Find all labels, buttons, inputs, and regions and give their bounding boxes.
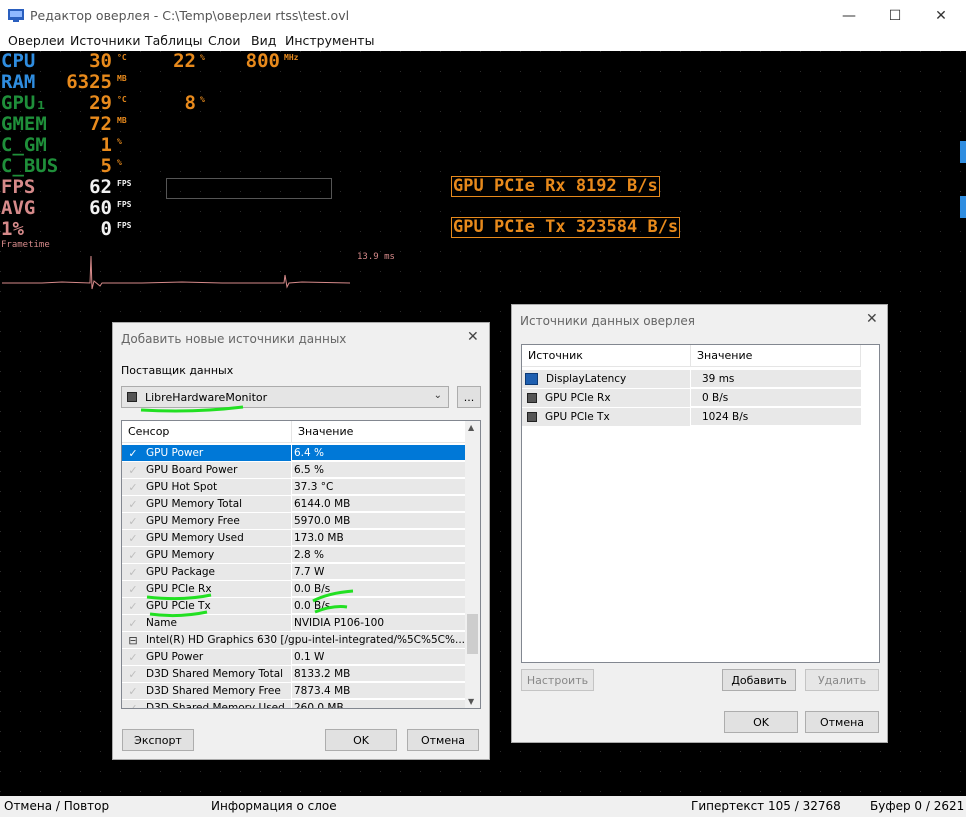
overlay-sources-dialog: Источники данных оверлея ✕ Источник Знач… — [511, 304, 888, 743]
source-name-cell: GPU PCIe Rx — [522, 389, 690, 408]
annotation-marks — [140, 405, 354, 618]
overlay-value-cpu-load: 22 — [173, 50, 196, 72]
latency-meter-icon — [525, 373, 538, 385]
source-value: 0 B/s — [691, 389, 861, 407]
overlay-label-1pct: 1% — [1, 218, 24, 240]
sources-dialog-ok-button[interactable]: OK — [724, 711, 798, 733]
status-buffer: Буфер 0 / 2621 — [870, 799, 965, 813]
maximize-button[interactable]: ☐ — [872, 0, 918, 32]
overlay-label-cpu: CPU — [1, 50, 36, 72]
frametime-value: 13.9 ms — [357, 252, 395, 262]
source-value: 39 ms — [691, 370, 861, 388]
menu-sources[interactable]: Источники — [70, 33, 141, 48]
close-button[interactable]: ✕ — [918, 0, 964, 32]
fps-graph-box — [166, 178, 332, 199]
overlay-unit-c-gm: % — [117, 137, 122, 146]
export-button[interactable]: Экспорт — [122, 729, 194, 751]
overlay-label-avg: AVG — [1, 197, 36, 219]
overlay-unit-1pct: FPS — [117, 221, 132, 230]
status-hypertext: Гипертекст 105 / 32768 — [691, 799, 841, 813]
overlay-unit-gpu-load: % — [200, 95, 205, 104]
source-name-cell: DisplayLatency — [522, 370, 690, 389]
overlay-value-c-bus: 5 — [100, 155, 112, 177]
overlay-unit-fps: FPS — [117, 179, 132, 188]
overlay-label-ram: RAM — [1, 71, 36, 93]
col-source-value-header[interactable]: Значение — [691, 345, 861, 367]
setup-button[interactable]: Настроить — [521, 669, 594, 691]
source-row[interactable]: DisplayLatency 39 ms — [522, 370, 861, 389]
menu-tables[interactable]: Таблицы — [145, 33, 203, 48]
add-dialog-ok-button[interactable]: OK — [325, 729, 397, 751]
frametime-label: Frametime — [1, 240, 50, 250]
overlay-unit-gpu-temp: °C — [117, 95, 127, 104]
source-name: GPU PCIe Rx — [545, 392, 611, 404]
add-sources-dialog: Добавить новые источники данных ✕ Постав… — [112, 322, 490, 760]
overlay-unit-gmem: MB — [117, 116, 127, 125]
frametime-graph — [2, 255, 351, 290]
sources-dialog-title: Источники данных оверлея — [520, 314, 695, 328]
source-value: 1024 B/s — [691, 408, 861, 426]
overlay-unit-cpu-clock: MHz — [284, 53, 299, 62]
overlay-label-gpu1: GPU₁ — [1, 92, 47, 114]
chip-icon — [527, 393, 537, 403]
overlay-label-c-bus: C_BUS — [1, 155, 59, 177]
overlay-pcie-tx[interactable]: GPU PCIe Tx 323584 B/s — [451, 217, 681, 238]
overlay-label-gmem: GMEM — [1, 113, 47, 135]
overlay-label-c-gm: C_GM — [1, 134, 47, 156]
col-source-header[interactable]: Источник — [522, 345, 691, 367]
overlay-value-gmem: 72 — [89, 113, 112, 135]
chip-icon — [527, 412, 537, 422]
overlay-value-c-gm: 1 — [100, 134, 112, 156]
menu-bar: Оверлеи Источники Таблицы Слои Вид Инстр… — [0, 32, 966, 51]
overlay-label-fps: FPS — [1, 176, 36, 198]
status-bar: Отмена / Повтор Информация о слое Гиперт… — [0, 796, 966, 817]
overlay-value-1pct: 0 — [100, 218, 112, 240]
source-name: DisplayLatency — [546, 373, 627, 385]
app-icon — [8, 9, 24, 22]
overlay-unit-avg: FPS — [117, 200, 132, 209]
overlay-unit-c-bus: % — [117, 158, 122, 167]
minimize-button[interactable]: — — [826, 0, 872, 32]
source-rows: DisplayLatency 39 ms GPU PCIe Rx 0 B/s GPU P… — [522, 370, 861, 430]
overlay-value-cpu-clock: 800 — [245, 50, 280, 72]
overlay-value-gpu-temp: 29 — [89, 92, 112, 114]
overlay-unit-cpu-load: % — [200, 53, 205, 62]
sources-dialog-cancel-button[interactable]: Отмена — [805, 711, 879, 733]
sources-dialog-close-button[interactable]: ✕ — [866, 311, 878, 327]
source-row[interactable]: GPU PCIe Rx 0 B/s — [522, 389, 861, 408]
menu-view[interactable]: Вид — [251, 33, 276, 48]
add-source-button[interactable]: Добавить — [722, 669, 796, 691]
overlay-unit-cpu-temp: °C — [117, 53, 127, 62]
overlay-pcie-rx[interactable]: GPU PCIe Rx 8192 B/s — [451, 176, 660, 197]
overlay-value-avg: 60 — [89, 197, 112, 219]
overlay-sources-list[interactable]: Источник Значение DisplayLatency 39 ms GPU… — [521, 344, 880, 663]
source-name: GPU PCIe Tx — [545, 411, 610, 423]
menu-overlays[interactable]: Оверлеи — [8, 33, 65, 48]
status-undo-redo: Отмена / Повтор — [4, 799, 110, 813]
overlay-value-gpu-load: 8 — [184, 92, 196, 114]
window-title: Редактор оверлея - C:\Temp\оверлеи rtss\… — [30, 8, 350, 23]
add-dialog-cancel-button[interactable]: Отмена — [407, 729, 479, 751]
source-name-cell: GPU PCIe Tx — [522, 408, 690, 427]
menu-tools[interactable]: Инструменты — [285, 33, 374, 48]
overlay-value-fps: 62 — [89, 176, 112, 198]
title-bar: Редактор оверлея - C:\Temp\оверлеи rtss\… — [0, 0, 966, 32]
delete-source-button[interactable]: Удалить — [805, 669, 879, 691]
overlay-unit-ram: MB — [117, 74, 127, 83]
overlay-value-ram: 6325 — [66, 71, 112, 93]
menu-layers[interactable]: Слои — [208, 33, 241, 48]
source-row[interactable]: GPU PCIe Tx 1024 B/s — [522, 408, 861, 427]
overlay-value-cpu-temp: 30 — [89, 50, 112, 72]
status-layer-info: Информация о слое — [211, 799, 337, 813]
